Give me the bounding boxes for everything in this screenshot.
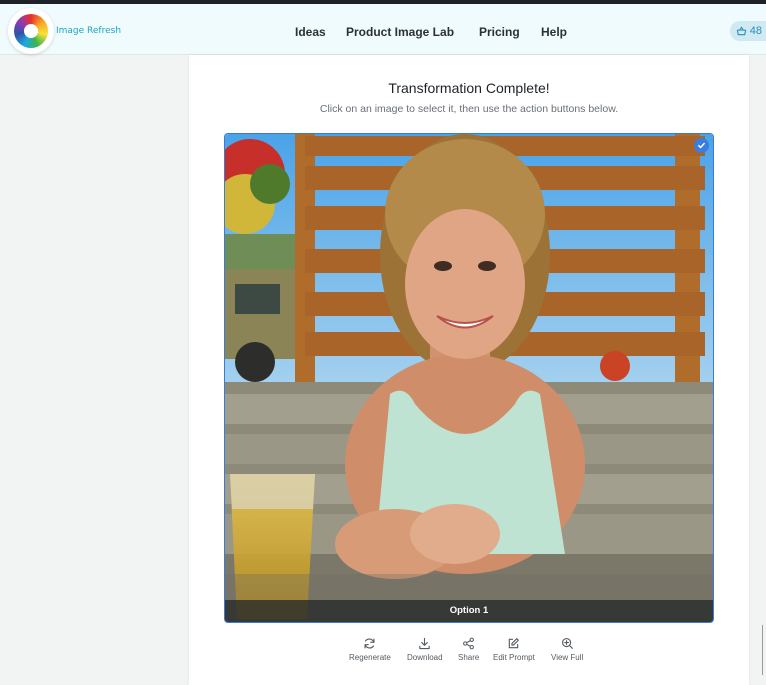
view-full-button[interactable]: View Full [551,637,583,662]
download-label: Download [407,653,443,662]
zoom-in-icon [561,638,573,649]
nav-pricing[interactable]: Pricing [479,25,520,39]
action-buttons: Regenerate Download Share Edit Prompt Vi… [344,637,594,667]
edit-icon [509,638,520,649]
download-button[interactable]: Download [407,637,443,662]
selected-check-icon [694,138,709,153]
share-icon [463,637,475,650]
result-card: Transformation Complete! Click on an ima… [189,55,749,685]
download-icon [419,637,430,650]
share-button[interactable]: Share [458,637,479,662]
main-nav: Ideas Product Image Lab Pricing Help [0,25,766,41]
generated-photo [225,134,713,622]
edit-prompt-label: Edit Prompt [493,653,535,662]
basket-icon [736,25,746,35]
page-title: Transformation Complete! [388,80,550,96]
refresh-icon [364,638,375,649]
credits-count: 48 [749,25,762,37]
regenerate-button[interactable]: Regenerate [349,637,391,662]
nav-product-image-lab[interactable]: Product Image Lab [346,25,454,39]
nav-help[interactable]: Help [541,25,567,39]
site-header: Image Refresh Ideas Product Image Lab Pr… [0,4,766,55]
edit-prompt-button[interactable]: Edit Prompt [493,637,535,662]
result-image-option-1[interactable]: Option 1 [224,133,714,623]
scrollbar[interactable] [762,625,766,675]
page-subtitle: Click on an image to select it, then use… [319,103,619,115]
share-label: Share [458,653,480,662]
credits-badge[interactable]: 48 [729,21,766,41]
nav-ideas[interactable]: Ideas [295,25,326,39]
regenerate-label: Regenerate [349,653,391,662]
image-caption: Option 1 [225,600,713,622]
view-full-label: View Full [551,653,584,662]
